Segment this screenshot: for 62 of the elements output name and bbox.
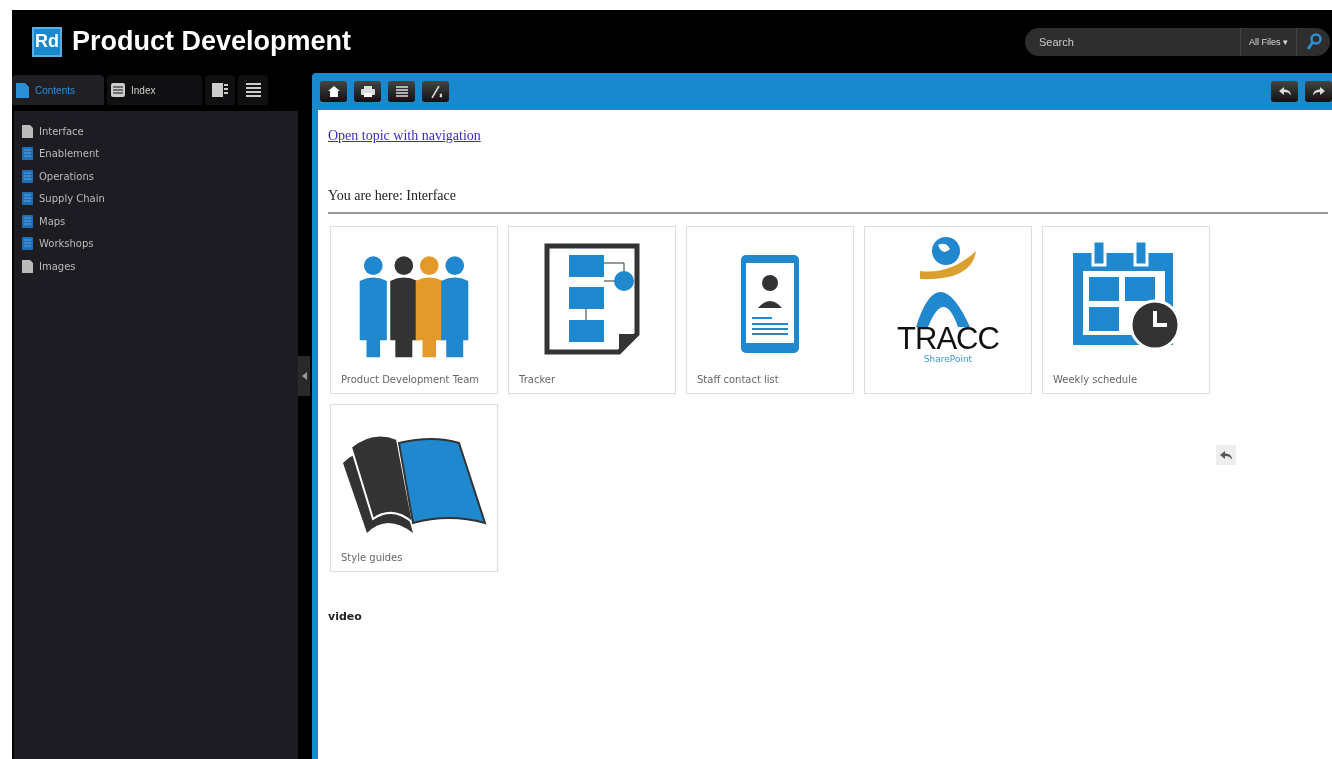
tile-caption: Staff contact list: [697, 374, 779, 385]
logo-text: TRACC: [897, 323, 999, 354]
video-label: video: [328, 610, 363, 623]
home-button[interactable]: [320, 81, 347, 102]
page-icon: [22, 259, 33, 273]
collapse-handle[interactable]: [298, 356, 310, 396]
book-icon: [22, 147, 33, 161]
back-arrow-icon: [1220, 450, 1232, 460]
tree-item[interactable]: Maps: [22, 213, 290, 230]
app-logo: Rd: [32, 26, 62, 57]
list-view-button[interactable]: [238, 75, 268, 105]
topic-tile[interactable]: Product Development Team: [330, 226, 498, 394]
topic-tile[interactable]: TRACC SharePoint: [864, 226, 1032, 394]
back-arrow-icon: [1278, 87, 1291, 96]
page-icon: [16, 82, 29, 98]
list-icon: [245, 83, 261, 97]
topic-tile[interactable]: Weekly schedule: [1042, 226, 1210, 394]
contact-card-icon: [739, 253, 801, 355]
page-icon: [22, 124, 33, 138]
pen-icon: [429, 85, 442, 98]
tile-caption: Weekly schedule: [1053, 374, 1138, 385]
page-list-icon: [212, 83, 228, 97]
list-icon: [111, 83, 125, 97]
flowchart-document-icon: [544, 243, 640, 355]
sidebar-tab[interactable]: Index: [107, 75, 202, 105]
home-icon: [327, 86, 340, 97]
list-button[interactable]: [388, 81, 415, 102]
logo-subtext: SharePoint: [923, 354, 973, 364]
back-to-top-button[interactable]: [1216, 445, 1236, 465]
tree-item[interactable]: Supply Chain: [22, 190, 290, 207]
forward-button[interactable]: [1305, 81, 1332, 102]
book-icon: [22, 214, 33, 228]
back-button[interactable]: [1271, 81, 1298, 102]
sidebar-tab[interactable]: Contents: [12, 75, 104, 105]
toc-view-button[interactable]: [205, 75, 235, 105]
forward-arrow-icon: [1312, 87, 1325, 96]
list-icon: [395, 86, 408, 97]
book-icon: [22, 169, 33, 183]
search-field[interactable]: Search All Files ▾: [1025, 27, 1330, 56]
app-title: Product Development: [72, 26, 353, 57]
topic-tile[interactable]: Tracker: [508, 226, 676, 394]
tree-item[interactable]: Operations: [22, 168, 290, 185]
tree-item[interactable]: Interface: [22, 123, 290, 140]
print-button[interactable]: [354, 81, 381, 102]
search-icon: [1305, 32, 1322, 51]
scope-dropdown[interactable]: All Files ▾: [1240, 27, 1296, 56]
caret-icon: [301, 372, 307, 380]
topic-tile[interactable]: Style guides: [330, 404, 498, 572]
tile-caption: Product Development Team: [341, 374, 480, 385]
navigation-link[interactable]: Open topic with navigation: [328, 128, 481, 144]
tile-caption: Tracker: [519, 374, 556, 385]
printer-icon: [360, 86, 375, 97]
book-icon: [22, 192, 33, 206]
calendar-clock-icon: [1071, 239, 1181, 351]
topic-tile[interactable]: Staff contact list: [686, 226, 854, 394]
clear-highlight-button[interactable]: [422, 81, 449, 102]
tree-item[interactable]: Enablement: [22, 145, 290, 162]
tree-item[interactable]: Images: [22, 258, 290, 275]
tree-item[interactable]: Workshops: [22, 235, 290, 252]
tile-caption: Style guides: [341, 552, 403, 563]
breadcrumb: You are here: Interface: [328, 188, 457, 204]
book-icon: [22, 237, 33, 251]
